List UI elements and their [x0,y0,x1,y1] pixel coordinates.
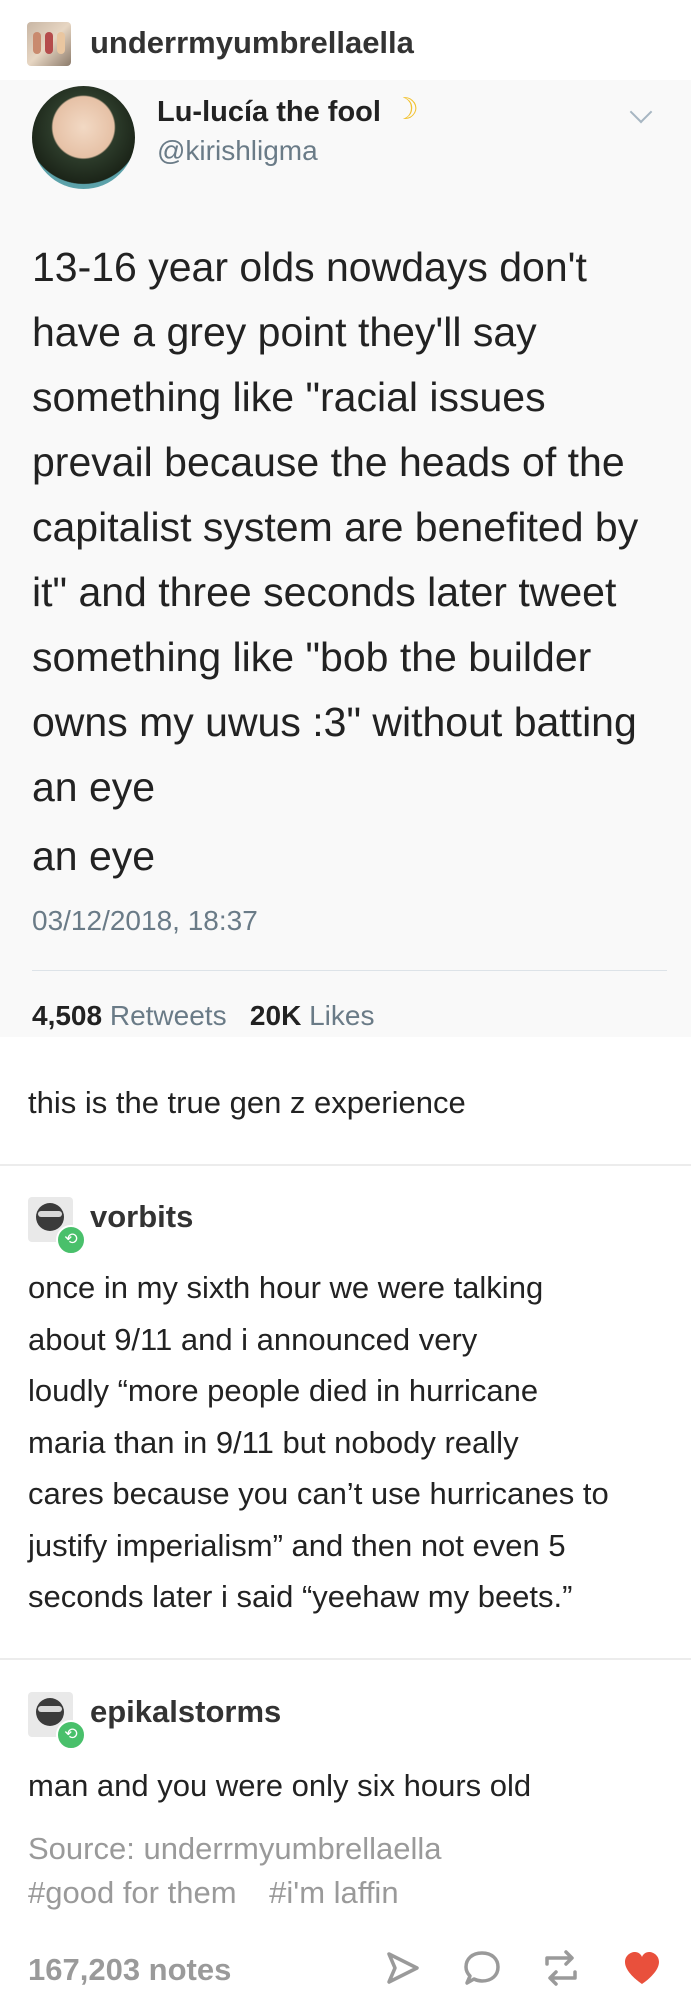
reblog-badge-icon: ⟲ [56,1720,86,1750]
chevron-down-icon[interactable] [629,100,653,124]
reblogger-username[interactable]: epikalstorms [90,1694,281,1730]
reblog-icon[interactable] [541,1948,581,1988]
divider [0,1164,691,1166]
post-source[interactable]: Source: underrmyumbrellaella [28,1831,442,1867]
author-avatar[interactable] [27,22,71,66]
tweet-handle[interactable]: @kirishligma [157,135,318,167]
tweet-line: capitalist system are benefited by [32,504,639,550]
tweet-line: it" and three seconds later tweet [32,569,617,615]
tweet-line: 13-16 year olds nowdays don't [32,244,587,290]
avatar-face [36,1698,64,1726]
post-tags: #good for them #i'm laffin [28,1875,423,1911]
reblog-comment: this is the true gen z experience [28,1085,466,1120]
heart-icon[interactable] [622,1948,662,1988]
tweet-line: something like "bob the builder [32,634,592,680]
reblog-line: seconds later i said “yeehaw my beets.” [28,1579,573,1614]
tweet-line: an eye [32,764,156,810]
reblog-text: man and you were only six hours old [28,1760,668,1812]
tweet-line: have a grey point they'll say [32,309,537,355]
reblog-line: justify imperialism” and then not even 5 [28,1527,566,1563]
share-icon[interactable] [383,1948,423,1988]
retweets-count: 4,508 [32,1000,103,1031]
tweet-line: owns my uwus :3" without batting [32,699,637,745]
reblog-line: cares because you can’t use hurricanes t… [28,1476,609,1511]
tweet-display-name[interactable]: Lu-lucía the fool [157,96,381,129]
tweet-divider [32,970,667,971]
author-name[interactable]: underrmyumbrellaella [90,25,414,61]
tweet-line: an eye [32,833,156,879]
notes-count[interactable]: 167,203 notes [28,1952,231,1988]
retweets-label: Retweets [109,1000,227,1031]
post-header: underrmyumbrellaella [0,0,691,80]
avatar-face [36,1203,64,1231]
avatar-glasses [38,1211,62,1217]
post-footer: 167,203 notes [0,1940,691,2000]
reblog-line: once in my sixth hour we were talking [28,1270,544,1305]
tweet-stats: 4,508 Retweets 20K Likes [32,1000,374,1032]
tweet-line: something like "racial issues [32,374,546,420]
reply-icon[interactable] [462,1948,502,1988]
embedded-tweet: Lu-lucía the fool ☽ @kirishligma 13-16 y… [0,80,691,1037]
reblog-line: maria than in 9/11 but nobody really [28,1424,519,1460]
tweet-body: 13-16 year olds nowdays don't have a gre… [32,235,672,889]
reblog-line: about 9/11 and i announced very [28,1321,478,1357]
tag[interactable]: #good for them [28,1875,237,1910]
tweet-timestamp: 03/12/2018, 18:37 [32,905,258,936]
tweet-avatar[interactable] [32,86,135,189]
reblog-badge-icon: ⟲ [56,1225,86,1255]
reblog-line: loudly “more people died in hurricane [28,1373,539,1408]
reblogger-username[interactable]: vorbits [90,1199,193,1235]
avatar-glasses [38,1706,62,1712]
reblog-line: man and you were only six hours old [28,1768,532,1803]
divider [0,1658,691,1660]
moon-emoji: ☽ [392,93,419,126]
tweet-line: prevail because the heads of the [32,439,625,485]
likes-count: 20K [249,1000,302,1031]
likes-label: Likes [309,1000,375,1031]
reblog-text: once in my sixth hour we were talking ab… [28,1262,668,1623]
tag[interactable]: #i'm laffin [269,1875,398,1910]
